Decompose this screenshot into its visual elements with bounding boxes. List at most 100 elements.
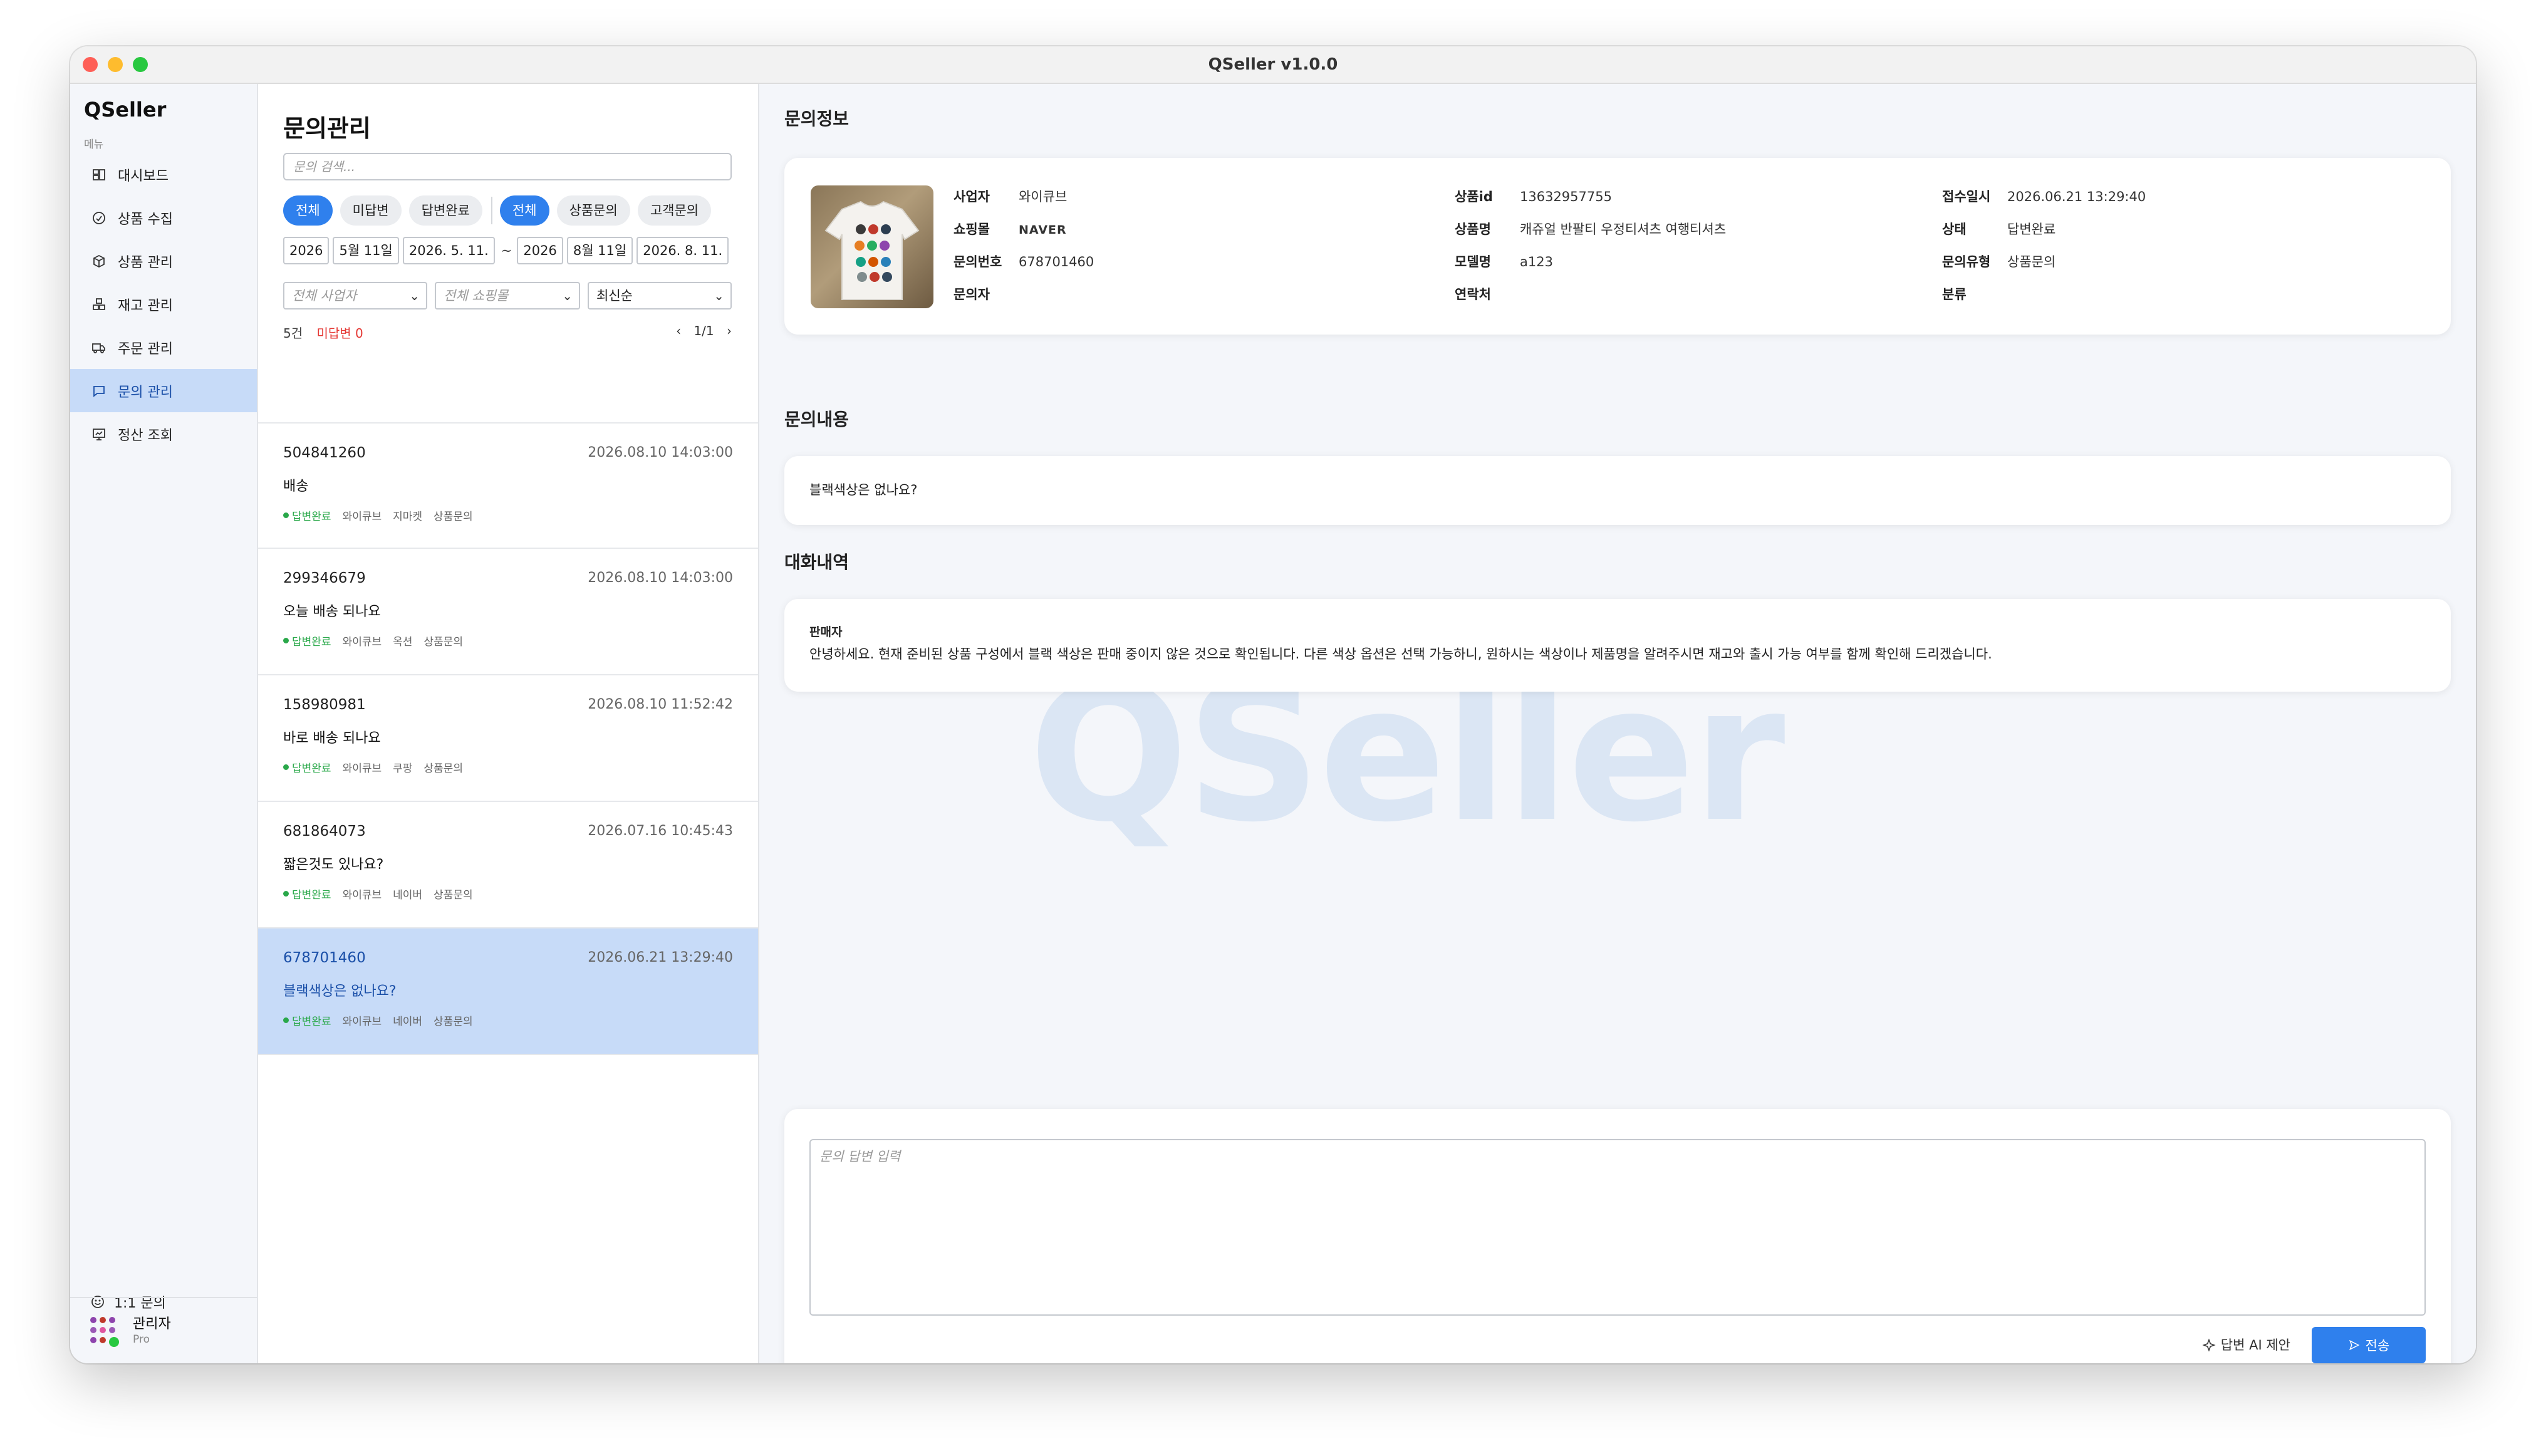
list-item[interactable]: 504841260 2026.08.10 14:03:00 배송 답변완료 와이… bbox=[258, 422, 758, 549]
inquiry-time: 2026.08.10 14:03:00 bbox=[588, 445, 733, 460]
list-item[interactable]: 681864073 2026.07.16 10:45:43 짧은것도 있나요? … bbox=[258, 802, 758, 928]
sidebar-item-inquiry-manage[interactable]: 문의 관리 bbox=[70, 369, 257, 412]
date-from-month-day[interactable]: 5월 11일 bbox=[333, 237, 399, 264]
app-window: QSeller v1.0.0 QSeller 메뉴 대시보드 상품 수집 상품 … bbox=[70, 46, 2476, 1363]
inquiry-info-card: 사업자 와이큐브 쇼핑몰 NAVER 문의번호 678701460 문의자 상품id 1… bbox=[784, 158, 2451, 335]
status-badge: 답변완료 bbox=[283, 633, 331, 648]
user-name: 관리자 bbox=[133, 1316, 171, 1332]
mall-tag: 네이버 bbox=[393, 1016, 423, 1028]
info-type: 문의유형 상품문의 bbox=[1942, 252, 2055, 271]
business-tag: 와이큐브 bbox=[342, 889, 382, 902]
pagination: ‹ 1/1 › bbox=[667, 323, 732, 338]
ai-suggest-label: 답변 AI 제안 bbox=[2220, 1338, 2290, 1353]
info-business: 사업자 와이큐브 bbox=[953, 187, 1067, 205]
mall-tag: 네이버 bbox=[393, 889, 423, 902]
inquiry-text: 짧은것도 있나요? bbox=[283, 857, 384, 873]
inquiry-id: 504841260 bbox=[283, 445, 366, 461]
sidebar-item-label: 재고 관리 bbox=[118, 298, 173, 314]
type-chip-all[interactable]: 전체 bbox=[499, 195, 549, 226]
sidebar-item-label: 문의 관리 bbox=[118, 384, 173, 400]
dashboard-icon bbox=[90, 166, 108, 184]
window-title: QSeller v1.0.0 bbox=[1208, 55, 1338, 74]
user-profile[interactable]: 관리자 Pro bbox=[70, 1297, 257, 1363]
info-category: 분류 bbox=[1942, 284, 2007, 303]
type-chip-product[interactable]: 상품문의 bbox=[556, 195, 630, 226]
business-select[interactable]: 전체 사업자 ⌄ bbox=[283, 282, 427, 309]
mall-tag: 지마켓 bbox=[393, 511, 423, 523]
date-from-year[interactable]: 2026 bbox=[283, 237, 330, 264]
status-chip-unanswered[interactable]: 미답변 bbox=[340, 195, 402, 226]
online-status-dot bbox=[108, 1336, 120, 1348]
inquiry-time: 2026.07.16 10:45:43 bbox=[588, 823, 733, 839]
mall-select-value: 전체 쇼핑몰 bbox=[444, 288, 509, 303]
content-section-title: 문의내용 bbox=[784, 409, 850, 430]
page-indicator: 1/1 bbox=[694, 323, 714, 338]
info-value: 678701460 bbox=[1019, 254, 1094, 269]
sort-select-value: 최신순 bbox=[596, 288, 633, 303]
info-key: 접수일시 bbox=[1942, 189, 1991, 204]
list-item[interactable]: 158980981 2026.08.10 11:52:42 바로 배송 되나요 … bbox=[258, 675, 758, 802]
sidebar-item-dashboard[interactable]: 대시보드 bbox=[70, 153, 257, 196]
brand-logo: QSeller bbox=[84, 98, 167, 122]
info-key: 상품id bbox=[1455, 189, 1493, 204]
date-to-year[interactable]: 2026 bbox=[517, 237, 563, 264]
inquiry-list-panel: 문의관리 문의 검색... 전체 미답변 답변완료 전체 상품문의 고객문의 2… bbox=[258, 84, 759, 1363]
ai-suggest-button[interactable]: 답변 AI 제안 bbox=[2202, 1327, 2290, 1363]
info-key: 연락처 bbox=[1455, 287, 1491, 302]
date-to-input[interactable]: 2026. 8. 11. bbox=[636, 237, 729, 264]
inquiry-content: 블랙색상은 없나요? bbox=[809, 482, 918, 497]
mall-select[interactable]: 전체 쇼핑몰 ⌄ bbox=[435, 282, 580, 309]
date-from-input[interactable]: 2026. 5. 11. bbox=[402, 237, 495, 264]
search-input[interactable]: 문의 검색... bbox=[283, 153, 732, 180]
info-section-title: 문의정보 bbox=[784, 108, 850, 129]
page-title: 문의관리 bbox=[283, 115, 371, 142]
sidebar-item-label: 정산 조회 bbox=[118, 427, 173, 444]
inquiry-id: 158980981 bbox=[283, 697, 366, 713]
type-tag: 상품문의 bbox=[423, 762, 463, 775]
info-contact: 연락처 bbox=[1455, 284, 1520, 303]
user-plan: Pro bbox=[133, 1333, 150, 1346]
filter-chips: 전체 미답변 답변완료 전체 상품문의 고객문의 bbox=[283, 195, 719, 226]
next-page-button[interactable]: › bbox=[727, 323, 732, 338]
inquiry-text: 배송 bbox=[283, 479, 309, 494]
status-chip-all[interactable]: 전체 bbox=[283, 195, 333, 226]
prev-page-button[interactable]: ‹ bbox=[676, 323, 681, 338]
sidebar-item-label: 주문 관리 bbox=[118, 341, 173, 357]
inquiry-time: 2026.08.10 14:03:00 bbox=[588, 570, 733, 586]
send-label: 전송 bbox=[2365, 1338, 2390, 1353]
sidebar-item-product-manage[interactable]: 상품 관리 bbox=[70, 239, 257, 283]
info-key: 분류 bbox=[1942, 287, 1967, 302]
send-button[interactable]: 전송 bbox=[2312, 1327, 2426, 1363]
inquiry-text: 오늘 배송 되나요 bbox=[283, 604, 381, 620]
list-item-selected[interactable]: 678701460 2026.06.21 13:29:40 블랙색상은 없나요?… bbox=[258, 928, 758, 1055]
sidebar-item-product-collect[interactable]: 상품 수집 bbox=[70, 196, 257, 239]
sidebar-item-settlement[interactable]: 정산 조회 bbox=[70, 412, 257, 455]
date-to-month-day[interactable]: 8월 11일 bbox=[566, 237, 633, 264]
sort-select[interactable]: 최신순 ⌄ bbox=[588, 282, 732, 309]
status-chip-answered[interactable]: 답변완료 bbox=[408, 195, 482, 226]
list-item[interactable]: 299346679 2026.08.10 14:03:00 오늘 배송 되나요 … bbox=[258, 549, 758, 675]
info-inquirer: 문의자 bbox=[953, 284, 1019, 303]
info-value: 13632957755 bbox=[1520, 189, 1612, 204]
type-chip-customer[interactable]: 고객문의 bbox=[637, 195, 712, 226]
info-key: 문의번호 bbox=[953, 254, 1002, 269]
sidebar-item-label: 대시보드 bbox=[118, 168, 169, 184]
chevron-down-icon: ⌄ bbox=[409, 288, 420, 303]
inquiry-id: 681864073 bbox=[283, 823, 366, 840]
inquiry-text: 바로 배송 되나요 bbox=[283, 731, 381, 746]
reply-textarea[interactable]: 문의 답변 입력 bbox=[809, 1139, 2426, 1316]
inquiry-tags: 답변완료 와이큐브 옥션 상품문의 bbox=[283, 633, 474, 648]
inquiry-id: 299346679 bbox=[283, 570, 366, 586]
sidebar-item-order-manage[interactable]: 주문 관리 bbox=[70, 326, 257, 369]
inquiry-list: 504841260 2026.08.10 14:03:00 배송 답변완료 와이… bbox=[258, 422, 758, 1055]
info-product-name: 상품명 캐쥬얼 반팔티 우정티셔츠 여행티셔츠 bbox=[1455, 219, 1726, 238]
info-status: 상태 답변완료 bbox=[1942, 219, 2055, 238]
business-tag: 와이큐브 bbox=[342, 636, 382, 648]
inquiry-tags: 답변완료 와이큐브 네이버 상품문의 bbox=[283, 886, 484, 902]
history-section-title: 대화내역 bbox=[784, 552, 850, 573]
chevron-down-icon: ⌄ bbox=[714, 288, 724, 303]
info-key: 문의유형 bbox=[1942, 254, 1991, 269]
sidebar-item-stock-manage[interactable]: 재고 관리 bbox=[70, 283, 257, 326]
inquiry-tags: 답변완료 와이큐브 네이버 상품문의 bbox=[283, 1012, 484, 1028]
inquiry-time: 2026.06.21 13:29:40 bbox=[588, 950, 733, 965]
